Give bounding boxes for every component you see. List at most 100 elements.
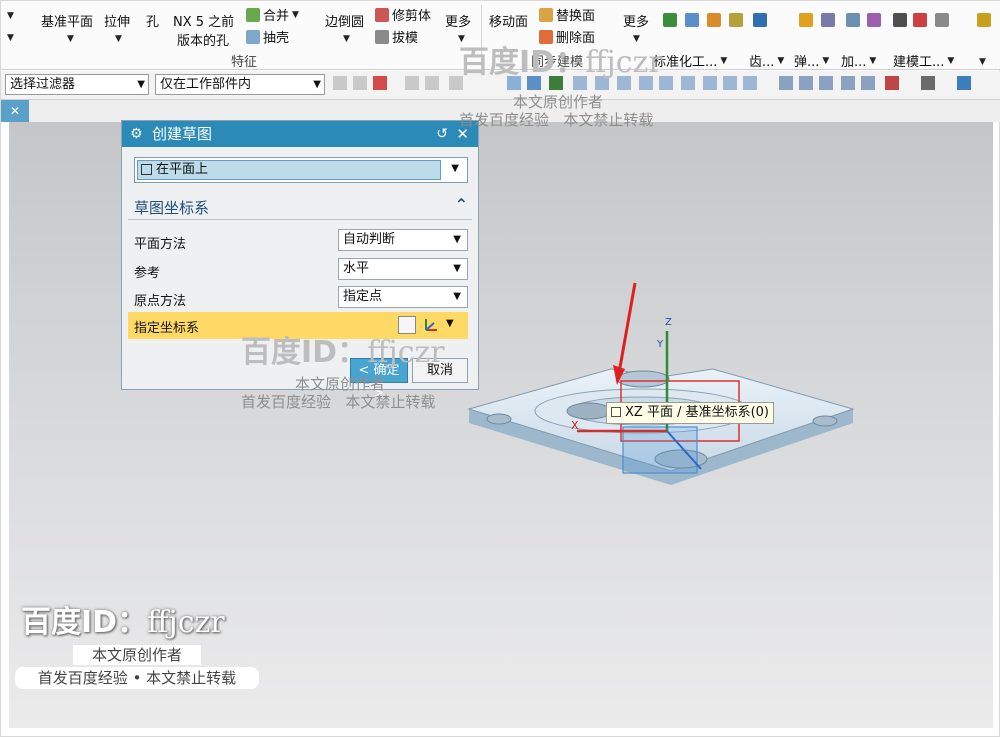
machining-icon-2[interactable] (867, 13, 881, 27)
overflow-icon[interactable]: ▼ (979, 53, 986, 68)
badge-line1: 本文原创作者 (73, 645, 201, 665)
nx5-hole-label2[interactable]: 版本的孔 (177, 30, 229, 49)
snap-icon-3[interactable] (373, 76, 387, 90)
section-divider (128, 219, 472, 220)
left-arrow-icon[interactable]: ▼ (7, 7, 14, 22)
tool-icon-1[interactable] (893, 13, 907, 27)
snap-icon-2[interactable] (353, 76, 367, 90)
move-face-button[interactable]: 移动面 (489, 11, 528, 30)
selection-tooltip: XZ 平面 / 基准坐标系(0) (606, 402, 775, 424)
tab-machining[interactable]: 加... ▼ (841, 51, 876, 70)
plane-icon (611, 407, 621, 417)
display-mode-icon[interactable] (957, 76, 971, 90)
watermark-id-mid: 百度ID：ffjczr (241, 335, 445, 370)
tab-standard[interactable]: 标准化工... ▼ (653, 51, 727, 70)
extrude-button[interactable]: 拉伸 (104, 11, 130, 30)
plus-snap-icon[interactable] (703, 76, 717, 90)
dialog-title: 创建草图 (152, 125, 213, 143)
z-label: Z (665, 317, 672, 328)
origin-method-label: 原点方法 (134, 294, 187, 309)
edge-blend-dropdown-icon[interactable]: ▼ (343, 30, 350, 45)
csys-dropdown-icon[interactable]: ▼ (446, 318, 454, 329)
unite-icon (246, 7, 260, 22)
render-icon[interactable] (921, 76, 935, 90)
view-icon-2[interactable] (799, 76, 813, 90)
reference-label: 参考 (134, 266, 161, 281)
specify-csys-label: 指定坐标系 (134, 321, 200, 336)
chevron-down-icon: ▼ (137, 79, 145, 90)
draft-button[interactable]: 拔模 (375, 27, 418, 46)
sketch-type-select[interactable]: 在平面上 ▼ (134, 157, 468, 183)
view-icon-4[interactable] (861, 76, 875, 90)
view-icon-1[interactable] (779, 76, 793, 90)
chevron-down-icon: ▼ (453, 234, 461, 245)
slash-snap-icon[interactable] (723, 76, 737, 90)
left-arrow2-icon[interactable]: ▼ (7, 29, 14, 44)
annotation-arrow (617, 282, 637, 374)
layout-icon[interactable] (885, 76, 899, 90)
std-icon-5[interactable] (753, 13, 767, 27)
tool-icon-4[interactable] (977, 13, 991, 27)
origin-method-select[interactable]: 指定点 ▼ (338, 286, 468, 308)
snap-icon-1[interactable] (333, 76, 347, 90)
gear-icon[interactable]: ⚙ (130, 121, 143, 147)
scope-filter-select[interactable]: 仅在工作部件内 ▼ (155, 74, 325, 95)
view-icon-3[interactable] (841, 76, 855, 90)
chevron-down-icon: ▼ (453, 291, 461, 302)
dialog-title-bar[interactable]: ⚙ 创建草图 ↺ ✕ (122, 121, 478, 147)
std-icon-4[interactable] (729, 13, 743, 27)
std-icon-2[interactable] (685, 13, 699, 27)
extrude-dropdown-icon[interactable]: ▼ (115, 30, 122, 45)
sketch-plane-icon (141, 164, 152, 175)
datum-dropdown-icon[interactable]: ▼ (67, 30, 74, 45)
tab-spring[interactable]: 弹... ▼ (794, 51, 829, 70)
unite-button[interactable]: 合并 ▼ (246, 5, 299, 24)
tab-gear[interactable]: 齿... ▼ (749, 51, 784, 70)
plane-method-select[interactable]: 自动判断 ▼ (338, 229, 468, 251)
left-hole (486, 413, 512, 425)
shell-icon (246, 29, 260, 44)
std-icon-3[interactable] (707, 13, 721, 27)
spring-tool-icon[interactable] (821, 13, 835, 27)
watermark-badge: 百度ID：ffjczr 本文原创作者 首发百度经验 • 本文禁止转载 (15, 597, 259, 697)
trim-body-button[interactable]: 修剪体 (375, 5, 431, 24)
snap-icon-5[interactable] (425, 76, 439, 90)
reference-select[interactable]: 水平 ▼ (338, 258, 468, 280)
yz-plane[interactable] (622, 426, 698, 474)
application-window: ▼ ▼ 基准平面 拉伸 孔 NX 5 之前 版本的孔 ▼ ▼ 合并 ▼ 抽壳 边倒… (0, 0, 1000, 737)
snap-icon-4[interactable] (405, 76, 419, 90)
replace-face-button[interactable]: 替换面 (539, 5, 595, 24)
more-sync-button[interactable]: 更多 (623, 11, 649, 30)
point-snap-icon[interactable] (743, 76, 757, 90)
edge-blend-button[interactable]: 边倒圆 (325, 11, 364, 30)
chevron-down-icon: ▼ (453, 263, 461, 274)
std-icon-1[interactable] (663, 13, 677, 27)
shell-button[interactable]: 抽壳 (246, 27, 289, 46)
circle-snap-icon[interactable] (681, 76, 695, 90)
machining-icon-1[interactable] (846, 13, 860, 27)
part-model[interactable]: Z Y X (461, 281, 861, 501)
draft-icon (375, 29, 389, 44)
hole-button[interactable]: 孔 (146, 11, 159, 30)
gear-tool-icon[interactable] (799, 13, 813, 27)
group-label-feature: 特征 (231, 55, 258, 70)
tool-icon-3[interactable] (935, 13, 949, 27)
document-tab[interactable]: ✕ (1, 100, 29, 122)
watermark-line2-top: 首发百度经验 本文禁止转载 (459, 111, 654, 129)
section-title[interactable]: 草图坐标系 (134, 197, 209, 218)
type-filter-select[interactable]: 选择过滤器 ▼ (5, 74, 149, 95)
rotate-icon[interactable] (819, 76, 833, 90)
collapse-icon[interactable]: ⌃ (455, 195, 468, 214)
slot-hole (566, 402, 612, 420)
right-hole (812, 415, 838, 427)
y-label-top: Y (656, 339, 664, 350)
nx5-hole-button[interactable]: NX 5 之前 (173, 11, 234, 30)
badge-line2: 首发百度经验 • 本文禁止转载 (15, 667, 259, 689)
reset-icon[interactable]: ↺ (436, 121, 448, 147)
tool-icon-2[interactable] (913, 13, 927, 27)
chevron-down-icon: ▼ (451, 163, 459, 174)
datum-plane-button[interactable]: 基准平面 (41, 11, 93, 30)
more-feature-button[interactable]: 更多 (445, 11, 471, 30)
plane-method-label: 平面方法 (134, 237, 187, 252)
tab-modeling-tools[interactable]: 建模工... ▼ (893, 51, 954, 70)
